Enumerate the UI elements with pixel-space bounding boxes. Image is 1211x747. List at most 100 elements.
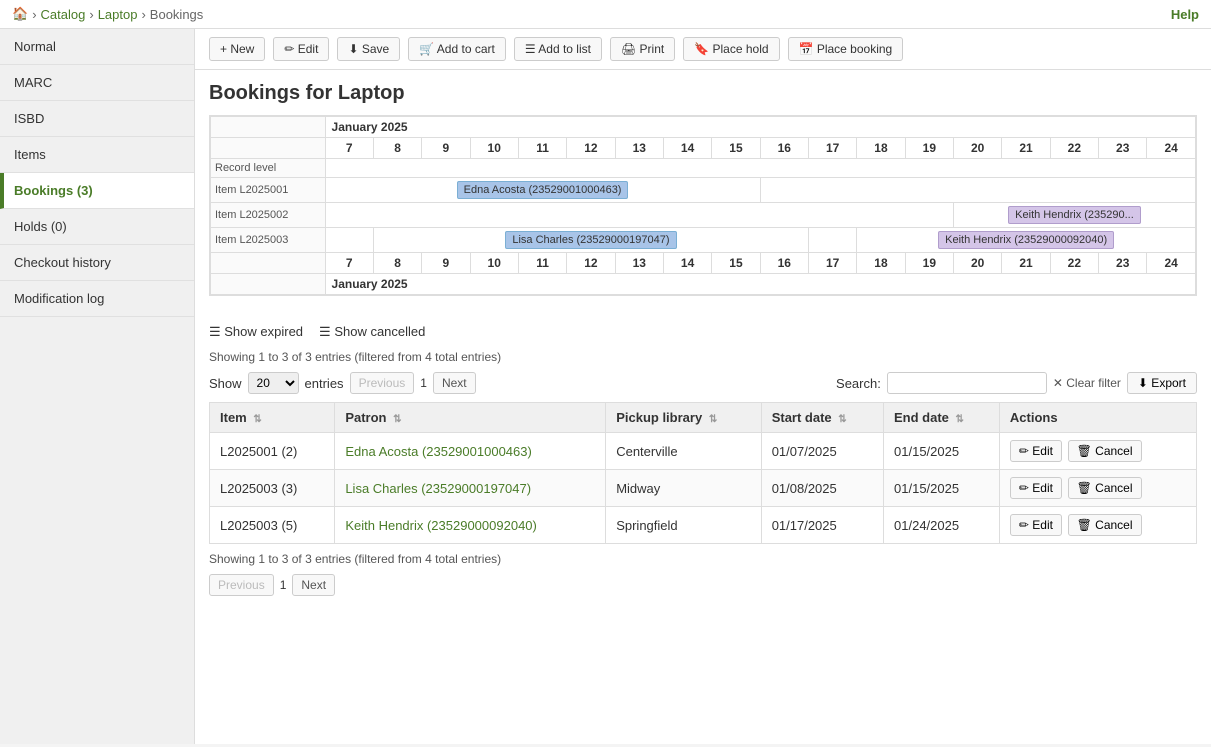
- cal-day-14: 14: [663, 138, 711, 159]
- cal-day-18: 18: [857, 138, 905, 159]
- cancel-row-button-0[interactable]: 🗑 Cancel: [1068, 440, 1142, 462]
- show-label: Show: [209, 376, 242, 391]
- breadcrumb-sep-2: ›: [89, 7, 93, 22]
- edit-row-button-0[interactable]: ✏ Edit: [1010, 440, 1062, 462]
- home-link[interactable]: 🏠: [12, 6, 28, 22]
- next-button-top[interactable]: Next: [433, 372, 476, 394]
- cal-day-10: 10: [470, 138, 518, 159]
- sidebar-item-bookings[interactable]: Bookings (3): [0, 173, 194, 209]
- place-booking-button[interactable]: 📅 Place booking: [788, 37, 904, 61]
- cal-foot-day-7: 7: [325, 253, 373, 274]
- laptop-link[interactable]: Laptop: [98, 7, 138, 22]
- show-entries-select[interactable]: 10 20 50 100: [248, 372, 299, 394]
- prev-button-top[interactable]: Previous: [350, 372, 415, 394]
- cal-day-9: 9: [422, 138, 470, 159]
- add-to-list-button[interactable]: ☰ Add to list: [514, 37, 602, 61]
- booking-keith-2[interactable]: Keith Hendrix (235290...: [1008, 206, 1141, 224]
- show-cancelled-filter[interactable]: ☰ Show cancelled: [319, 324, 425, 340]
- help-link[interactable]: Help: [1171, 7, 1199, 22]
- col-header-start-date[interactable]: Start date ⇅: [761, 403, 883, 433]
- item-l2025002-booking[interactable]: Keith Hendrix (235290...: [954, 203, 1196, 228]
- bookings-table: Item ⇅ Patron ⇅ Pickup library ⇅ Start: [209, 402, 1197, 544]
- cal-day-17: 17: [808, 138, 856, 159]
- item-l2025003-booking-lisa[interactable]: Lisa Charles (23529000197047): [373, 228, 808, 253]
- breadcrumb-sep-3: ›: [141, 7, 145, 22]
- cal-day-8: 8: [373, 138, 421, 159]
- place-hold-button[interactable]: 🔖 Place hold: [683, 37, 779, 61]
- sort-icon-patron: ⇅: [393, 414, 401, 425]
- sidebar-item-holds[interactable]: Holds (0): [0, 209, 194, 245]
- cal-foot-day-23: 23: [1099, 253, 1147, 274]
- patron-link-2[interactable]: Keith Hendrix (23529000092040): [345, 518, 537, 533]
- search-input[interactable]: [887, 372, 1047, 394]
- sort-icon-end: ⇅: [956, 414, 964, 425]
- add-to-cart-button[interactable]: 🛒 Add to cart: [408, 37, 506, 61]
- cal-day-20: 20: [954, 138, 1002, 159]
- col-header-patron[interactable]: Patron ⇅: [335, 403, 606, 433]
- table-row: L2025001 (2) Edna Acosta (23529001000463…: [210, 433, 1197, 470]
- sort-icon-item: ⇅: [253, 414, 261, 425]
- cal-foot-day-13: 13: [615, 253, 663, 274]
- booking-lisa[interactable]: Lisa Charles (23529000197047): [505, 231, 676, 249]
- top-nav: 🏠 › Catalog › Laptop › Bookings Help: [0, 0, 1211, 29]
- clear-filter-button[interactable]: ✕ Clear filter: [1053, 376, 1121, 390]
- cal-foot-day-9: 9: [422, 253, 470, 274]
- cal-foot-day-22: 22: [1050, 253, 1098, 274]
- cell-start-0: 01/07/2025: [761, 433, 883, 470]
- booking-edna[interactable]: Edna Acosta (23529001000463): [457, 181, 629, 199]
- cal-day-7: 7: [325, 138, 373, 159]
- col-pickup-label: Pickup library: [616, 410, 702, 425]
- sidebar-item-checkout-history[interactable]: Checkout history: [0, 245, 194, 281]
- sidebar-item-modification-log[interactable]: Modification log: [0, 281, 194, 317]
- cancel-row-button-2[interactable]: 🗑 Cancel: [1068, 514, 1142, 536]
- cell-patron-2: Keith Hendrix (23529000092040): [335, 507, 606, 544]
- cal-day-13: 13: [615, 138, 663, 159]
- show-expired-filter[interactable]: ☰ Show expired: [209, 324, 303, 340]
- sidebar-item-normal[interactable]: Normal: [0, 29, 194, 65]
- sidebar-item-isbd[interactable]: ISBD: [0, 101, 194, 137]
- cancel-row-button-1[interactable]: 🗑 Cancel: [1068, 477, 1142, 499]
- catalog-link[interactable]: Catalog: [41, 7, 86, 22]
- cell-start-1: 01/08/2025: [761, 470, 883, 507]
- col-header-item[interactable]: Item ⇅: [210, 403, 335, 433]
- cal-day-11: 11: [518, 138, 566, 159]
- edit-row-button-1[interactable]: ✏ Edit: [1010, 477, 1062, 499]
- cal-foot-day-10: 10: [470, 253, 518, 274]
- cell-item-2: L2025003 (5): [210, 507, 335, 544]
- cal-foot-day-18: 18: [857, 253, 905, 274]
- col-header-actions: Actions: [999, 403, 1196, 433]
- booking-keith-3[interactable]: Keith Hendrix (23529000092040): [938, 231, 1114, 249]
- table-controls: Show 10 20 50 100 entries Previous 1 Nex…: [209, 372, 1197, 394]
- export-button[interactable]: ⬇ Export: [1127, 372, 1197, 394]
- page-num-bottom: 1: [280, 578, 287, 592]
- col-item-label: Item: [220, 410, 247, 425]
- next-button-bottom[interactable]: Next: [292, 574, 335, 596]
- sidebar-item-items[interactable]: Items: [0, 137, 194, 173]
- toolbar: + New ✏ Edit ⬇ Save 🛒 Add to cart ☰ Add …: [195, 29, 1211, 70]
- new-button[interactable]: + New: [209, 37, 265, 61]
- prev-button-bottom[interactable]: Previous: [209, 574, 274, 596]
- item-l2025003-empty-1: [325, 228, 373, 253]
- col-header-pickup-library[interactable]: Pickup library ⇅: [606, 403, 761, 433]
- sidebar-item-marc[interactable]: MARC: [0, 65, 194, 101]
- patron-link-1[interactable]: Lisa Charles (23529000197047): [345, 481, 531, 496]
- cal-foot-day-16: 16: [760, 253, 808, 274]
- patron-link-0[interactable]: Edna Acosta (23529001000463): [345, 444, 532, 459]
- save-button[interactable]: ⬇ Save: [337, 37, 400, 61]
- filter-links: ☰ Show expired ☰ Show cancelled: [209, 324, 1197, 340]
- showing-text-top: Showing 1 to 3 of 3 entries (filtered fr…: [209, 350, 1197, 364]
- pagination-top: Previous 1 Next: [350, 372, 476, 394]
- cell-pickup-2: Springfield: [606, 507, 761, 544]
- item-l2025002-label: Item L2025002: [211, 203, 326, 228]
- item-l2025003-booking-keith[interactable]: Keith Hendrix (23529000092040): [857, 228, 1196, 253]
- edit-row-button-2[interactable]: ✏ Edit: [1010, 514, 1062, 536]
- item-l2025001-booking[interactable]: Edna Acosta (23529001000463): [325, 178, 760, 203]
- edit-button[interactable]: ✏ Edit: [273, 37, 329, 61]
- cal-foot-day-19: 19: [905, 253, 953, 274]
- cal-day-23: 23: [1099, 138, 1147, 159]
- cal-foot-day-21: 21: [1002, 253, 1050, 274]
- print-button[interactable]: 🖨 Print: [610, 37, 675, 61]
- table-controls-left: Show 10 20 50 100 entries Previous 1 Nex…: [209, 372, 476, 394]
- table-controls-right: Search: ✕ Clear filter ⬇ Export: [836, 372, 1197, 394]
- col-header-end-date[interactable]: End date ⇅: [884, 403, 1000, 433]
